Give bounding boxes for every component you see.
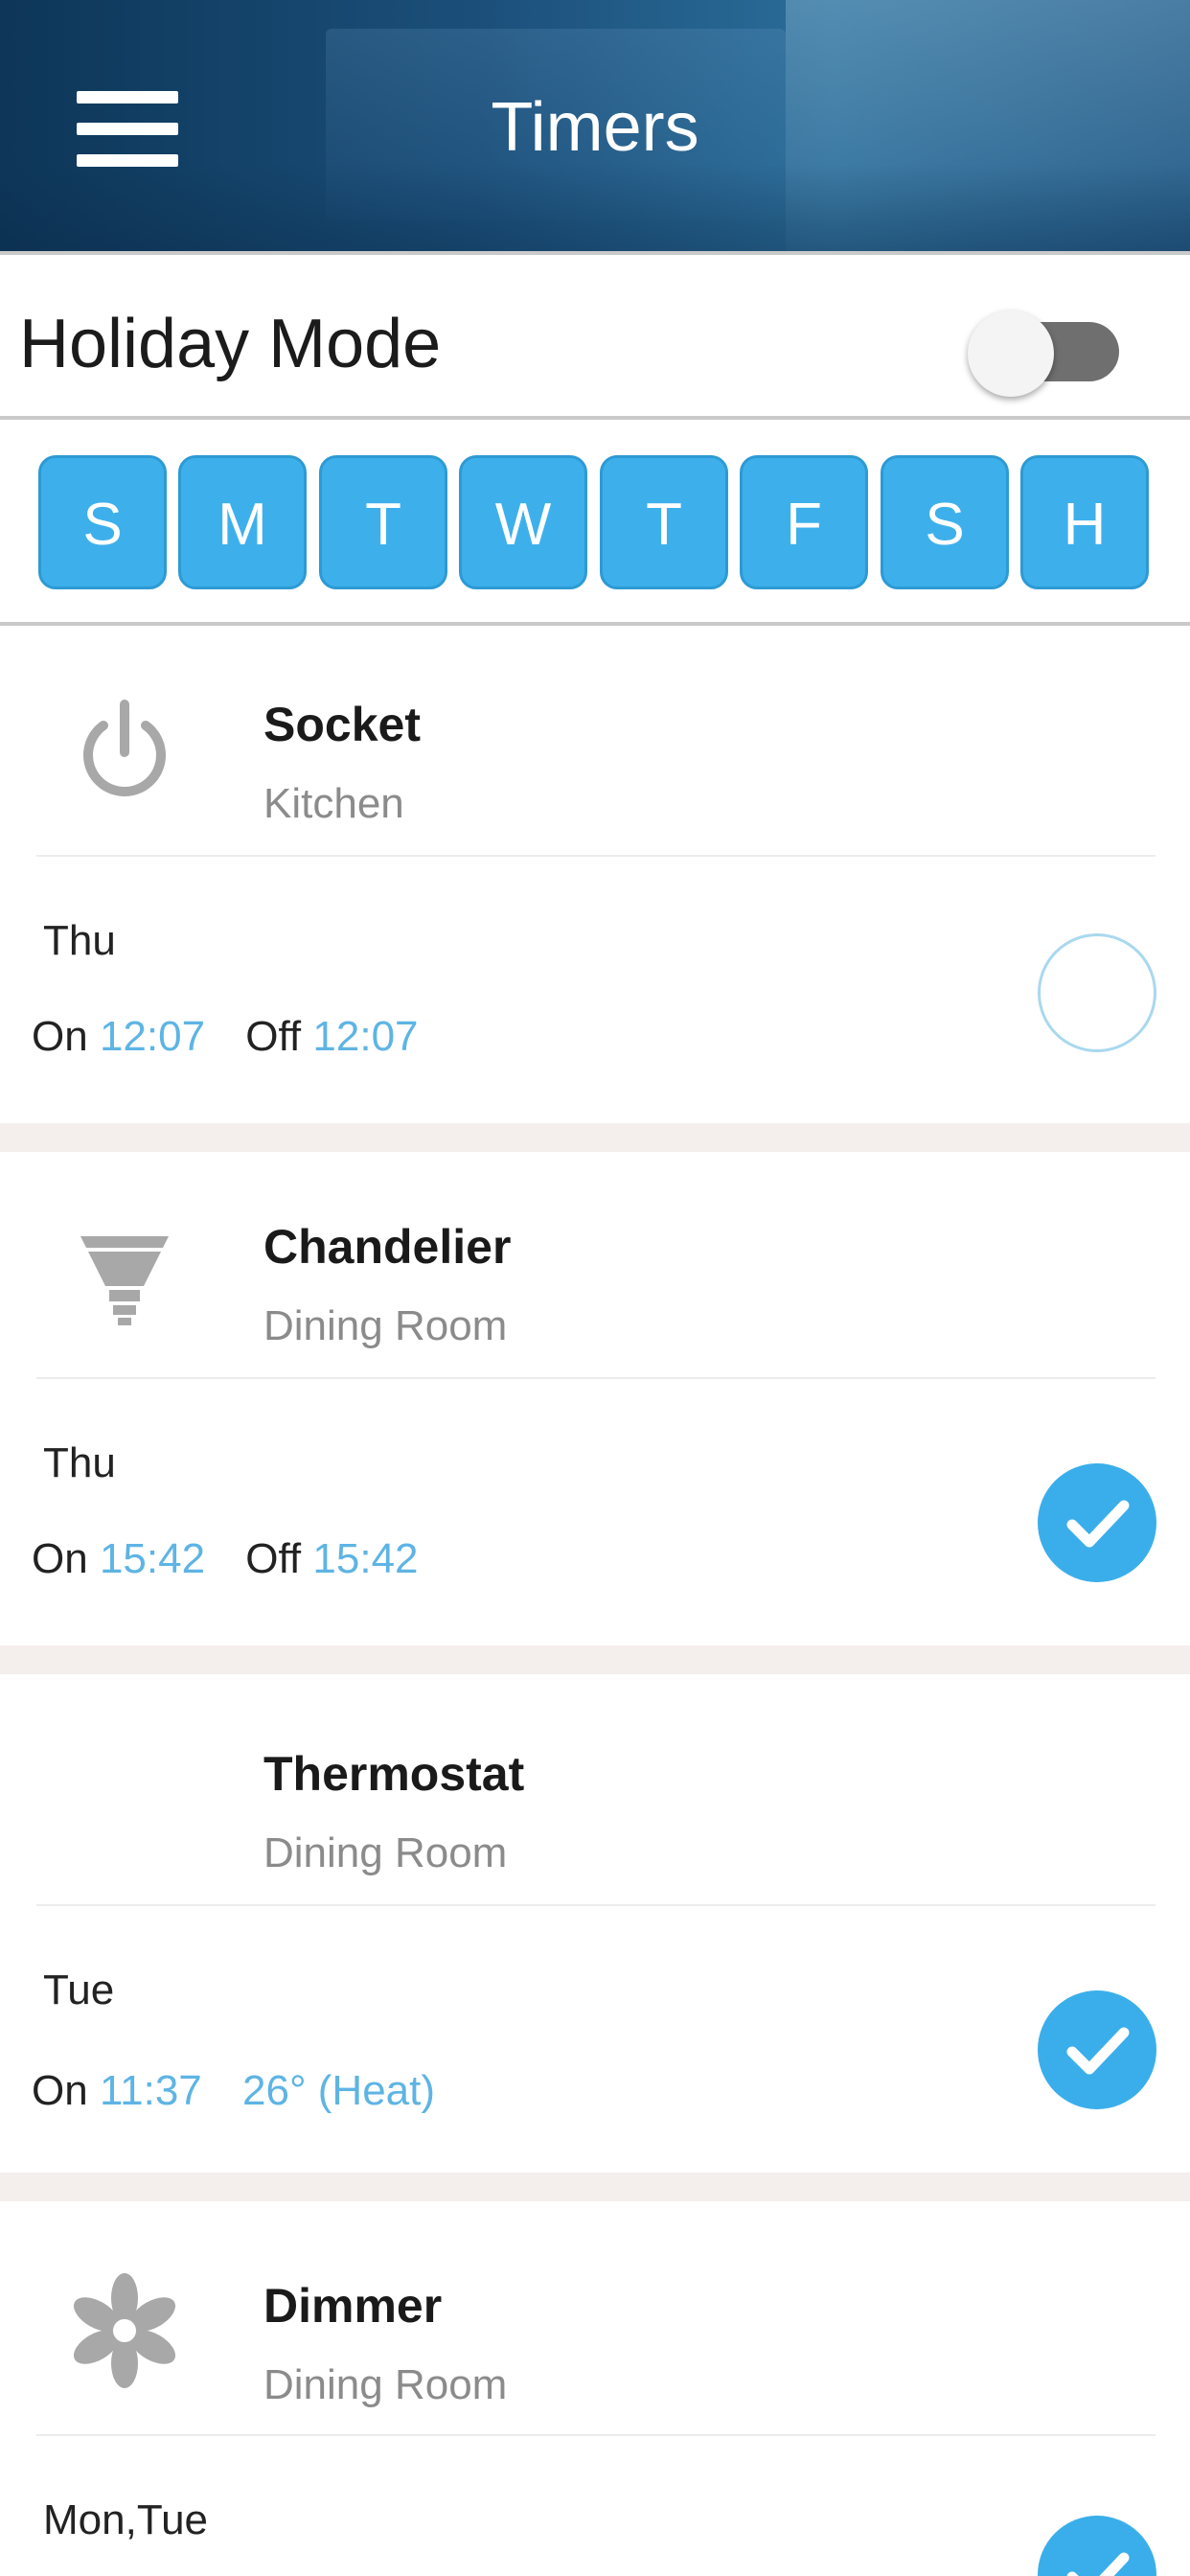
card-divider (36, 1377, 1156, 1379)
device-room: Dining Room (263, 1829, 508, 1876)
device-name: Thermostat (263, 1747, 525, 1801)
on-label: On (32, 1013, 88, 1060)
checkmark-icon (1066, 2552, 1130, 2576)
timer-enable-checkbox[interactable] (1038, 933, 1156, 1052)
timer-days: Mon,Tue (43, 2496, 209, 2543)
card-separator (0, 1645, 1190, 1674)
day-button-friday[interactable]: F (740, 455, 868, 589)
timer-times: On 12:07 Off 12:07 (32, 1013, 419, 1061)
checkmark-icon (1066, 2027, 1130, 2075)
day-button-tuesday[interactable]: T (319, 455, 447, 589)
device-room: Kitchen (263, 780, 404, 827)
day-button-holiday[interactable]: H (1020, 455, 1149, 589)
on-label: On (32, 2067, 88, 2114)
off-label: Off (245, 1013, 302, 1060)
timer-days: Thu (43, 917, 116, 964)
on-label: On (32, 1535, 88, 1582)
device-name: Socket (263, 698, 421, 751)
timer-card[interactable]: Chandelier Dining Room Thu On 15:42 Off … (0, 1152, 1190, 1645)
power-icon (83, 700, 166, 796)
timer-days: Tue (43, 1966, 115, 2013)
page-title: Timers (491, 89, 699, 166)
on-time: 15:42 (99, 1535, 206, 1582)
timer-card[interactable]: Thermostat Dining Room Tue On 11:37 26° … (0, 1674, 1190, 2173)
day-button-saturday[interactable]: S (881, 455, 1009, 589)
timer-times: On 15:42 Off 15:42 (32, 1535, 419, 1583)
device-name: Chandelier (263, 1220, 512, 1274)
timer-card[interactable]: Socket Kitchen Thu On 12:07 Off 12:07 (0, 630, 1190, 1123)
day-button-monday[interactable]: M (178, 455, 307, 589)
holiday-mode-label: Holiday Mode (19, 306, 442, 382)
timer-days: Thu (43, 1439, 116, 1486)
app-header: Timers (0, 0, 1190, 251)
on-time: 11:37 (99, 2067, 202, 2114)
fan-icon (73, 2273, 176, 2388)
temperature-setting: 26° (Heat) (242, 2067, 436, 2114)
card-divider (36, 855, 1156, 857)
timer-card[interactable]: Dimmer Dining Room Mon,Tue (0, 2201, 1190, 2576)
day-button-sunday[interactable]: S (38, 455, 167, 589)
header-background-shade (0, 163, 1190, 251)
timer-enable-checkbox[interactable] (1038, 2516, 1156, 2576)
day-button-thursday[interactable]: T (600, 455, 728, 589)
day-selector: S M T W T F S H (0, 420, 1190, 626)
off-label: Off (245, 1535, 302, 1582)
off-time: 12:07 (312, 1013, 419, 1060)
checkmark-icon (1066, 1500, 1130, 1548)
toggle-knob (968, 310, 1054, 397)
light-bulb-icon (80, 1236, 169, 1325)
holiday-mode-toggle[interactable] (968, 293, 1121, 397)
timer-times: On 11:37 26° (Heat) (32, 2067, 435, 2115)
device-name: Dimmer (263, 2279, 443, 2333)
card-divider (36, 1904, 1156, 1906)
card-separator (0, 2173, 1190, 2201)
day-button-wednesday[interactable]: W (459, 455, 587, 589)
device-room: Dining Room (263, 1302, 508, 1349)
timer-enable-checkbox[interactable] (1038, 1463, 1156, 1582)
device-room: Dining Room (263, 2361, 508, 2408)
holiday-mode-row: Holiday Mode (0, 251, 1190, 420)
timer-enable-checkbox[interactable] (1038, 1990, 1156, 2109)
off-time: 15:42 (312, 1535, 419, 1582)
on-time: 12:07 (99, 1013, 206, 1060)
card-separator (0, 1123, 1190, 1152)
card-divider (36, 2434, 1156, 2436)
